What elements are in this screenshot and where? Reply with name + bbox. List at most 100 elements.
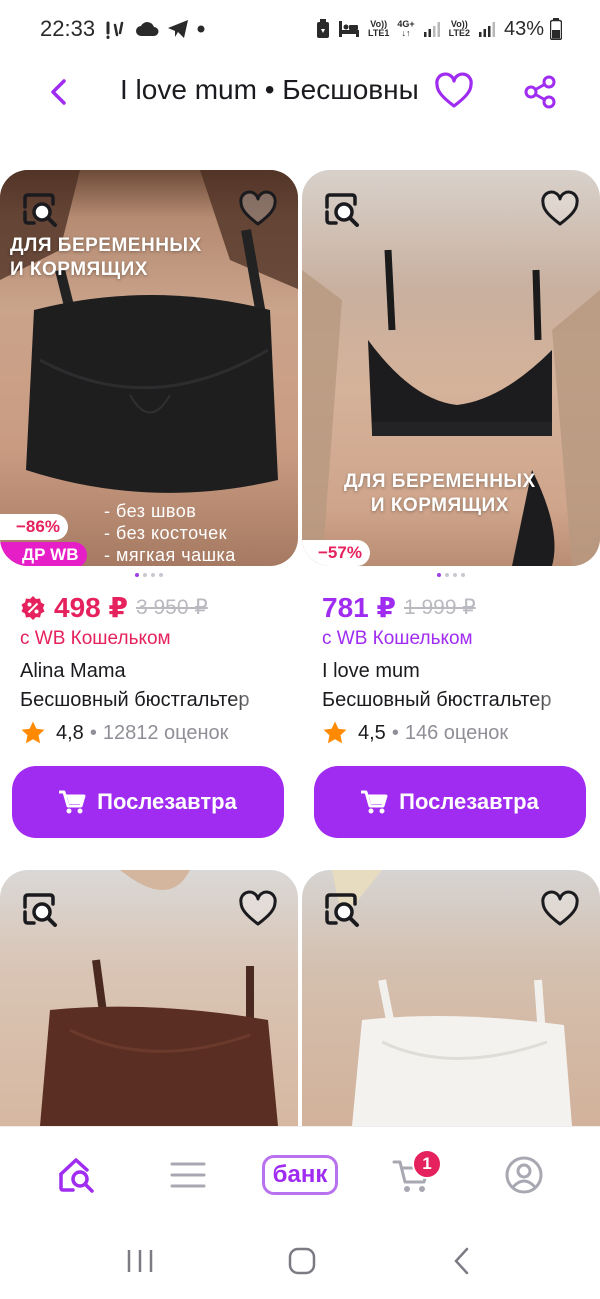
nav-profile[interactable] (484, 1145, 564, 1205)
discount-badge: −86% (0, 514, 68, 540)
price: 498 ₽ (54, 592, 128, 623)
pager-dot (135, 573, 139, 577)
wallet-note: с WB Кошельком (20, 628, 171, 649)
feature-item: - без швов (104, 501, 197, 521)
share-button[interactable] (522, 74, 558, 110)
product-brand: I love mum (322, 660, 420, 682)
photo-caption: ДЛЯ БЕРЕМЕННЫХ И КОРМЯЩИХ (10, 235, 202, 280)
home-icon (59, 1157, 94, 1193)
old-price: 3 950 ₽ (135, 596, 208, 619)
visual-search-icon[interactable] (322, 890, 362, 930)
old-price: 1 999 ₽ (403, 596, 476, 619)
product-photo[interactable]: ДЛЯ БЕРЕМЕННЫХ И КОРМЯЩИХ - без швов - б… (0, 170, 298, 566)
pager-dot (143, 573, 147, 577)
pager-dot (461, 573, 465, 577)
photo-pager (302, 573, 600, 579)
product-card[interactable] (302, 870, 600, 1126)
product-brand: Alina Mama (20, 660, 126, 682)
bank-label: банк (261, 1154, 339, 1195)
notification-icons (105, 19, 205, 39)
cart-icon (361, 790, 388, 814)
photo-pager (0, 573, 298, 579)
product-photo[interactable]: ДЛЯ БЕРЕМЕННЫХ И КОРМЯЩИХ −57% (302, 170, 600, 566)
bottom-navigation: банк 1 (0, 1126, 600, 1222)
rating-row: 4,5 • 146 оценок (322, 720, 600, 746)
signal-icon (478, 22, 495, 37)
wallet-note: с WB Кошельком (322, 628, 473, 649)
signal-icon (423, 22, 440, 37)
battery-icon (550, 18, 562, 40)
home-button-icon[interactable] (287, 1246, 317, 1276)
pager-dot (453, 573, 457, 577)
product-photo[interactable] (0, 870, 298, 1126)
product-card[interactable] (0, 870, 298, 1126)
back-button[interactable] (44, 76, 76, 108)
heart-icon[interactable] (540, 190, 580, 230)
feature-item: - мягкая чашка (104, 545, 236, 565)
bed-icon (339, 21, 360, 37)
nav-catalog[interactable] (148, 1145, 228, 1205)
add-to-cart-button[interactable]: Послезавтра (314, 766, 586, 838)
page-title: I love mum • Бесшовный бюстгальтер (120, 74, 420, 105)
visual-search-icon[interactable] (20, 890, 60, 930)
app-header: I love mum • Бесшовный бюстгальтер (0, 60, 600, 124)
cart-button-label: Послезавтра (97, 789, 237, 814)
profile-icon (505, 1156, 543, 1193)
network-type: 4G+ ↓↑ (397, 19, 415, 38)
price-row: 781 ₽ 1 999 ₽ (322, 591, 600, 624)
promo-badge: ДР WB (0, 542, 87, 566)
sim1-label: Vo)) LTE1 (368, 19, 390, 38)
feature-item: - без косточек (104, 523, 227, 543)
rating-separator: • (391, 721, 399, 744)
status-time: 22:33 (40, 16, 96, 41)
pager-dot (445, 573, 449, 577)
pager-dot (437, 573, 441, 577)
missed-call-icon (106, 21, 124, 39)
nav-home[interactable] (36, 1145, 116, 1205)
cart-badge: 1 (412, 1148, 442, 1179)
star-icon (21, 721, 45, 744)
back-nav-icon[interactable] (450, 1246, 474, 1276)
dot-icon (197, 25, 205, 33)
status-right: Vo)) LTE1 4G+ ↓↑ Vo)) LTE2 43% (316, 18, 562, 41)
price: 781 ₽ (322, 592, 396, 623)
cart-icon (59, 790, 86, 814)
heart-icon[interactable] (540, 890, 580, 930)
product-name: Бесшовный бюстгальтер (322, 689, 552, 711)
product-card[interactable]: ДЛЯ БЕРЕМЕННЫХ И КОРМЯЩИХ - без швов - б… (0, 170, 298, 838)
price-row: 498 ₽ 3 950 ₽ (20, 591, 298, 624)
product-photo[interactable] (302, 870, 600, 1126)
heart-icon[interactable] (238, 190, 278, 230)
cloud-icon (136, 22, 159, 36)
review-count: 146 оценок (404, 721, 509, 744)
rating-separator: • (89, 721, 97, 744)
cart-button-label: Послезавтра (399, 789, 539, 814)
rating-row: 4,8 • 12812 оценок (20, 720, 298, 746)
telegram-icon (168, 20, 189, 38)
catalog-icon (170, 1162, 206, 1187)
rating-value: 4,8 (56, 721, 84, 744)
heart-icon[interactable] (238, 890, 278, 930)
pager-dot (159, 573, 163, 577)
favorite-button[interactable] (434, 72, 474, 112)
rating-value: 4,5 (358, 721, 386, 744)
nav-bank[interactable]: банк (260, 1145, 340, 1205)
battery-indicator: 43% (504, 18, 562, 41)
pager-dot (151, 573, 155, 577)
wallet-discount-icon (21, 595, 45, 620)
visual-search-icon[interactable] (20, 190, 60, 230)
nav-cart[interactable]: 1 (372, 1145, 452, 1205)
recent-apps-icon[interactable] (126, 1247, 154, 1275)
product-card[interactable]: ДЛЯ БЕРЕМЕННЫХ И КОРМЯЩИХ −57% 781 ₽ 1 9… (302, 170, 600, 838)
add-to-cart-button[interactable]: Послезавтра (12, 766, 284, 838)
product-name: Бесшовный бюстгальтер (20, 689, 250, 711)
photo-caption: ДЛЯ БЕРЕМЕННЫХ И КОРМЯЩИХ (344, 471, 536, 516)
status-bar: 22:33 Vo)) LTE1 4G+ ↓↑ Vo)) LTE2 43% (0, 0, 600, 58)
feature-list: - без швов - без косточек - мягкая чашка (104, 500, 236, 566)
battery-percent: 43% (503, 17, 544, 40)
vpn-icon (317, 19, 330, 38)
system-navigation (0, 1222, 600, 1299)
visual-search-icon[interactable] (322, 190, 362, 230)
star-icon (323, 721, 347, 744)
review-count: 12812 оценок (102, 721, 229, 744)
